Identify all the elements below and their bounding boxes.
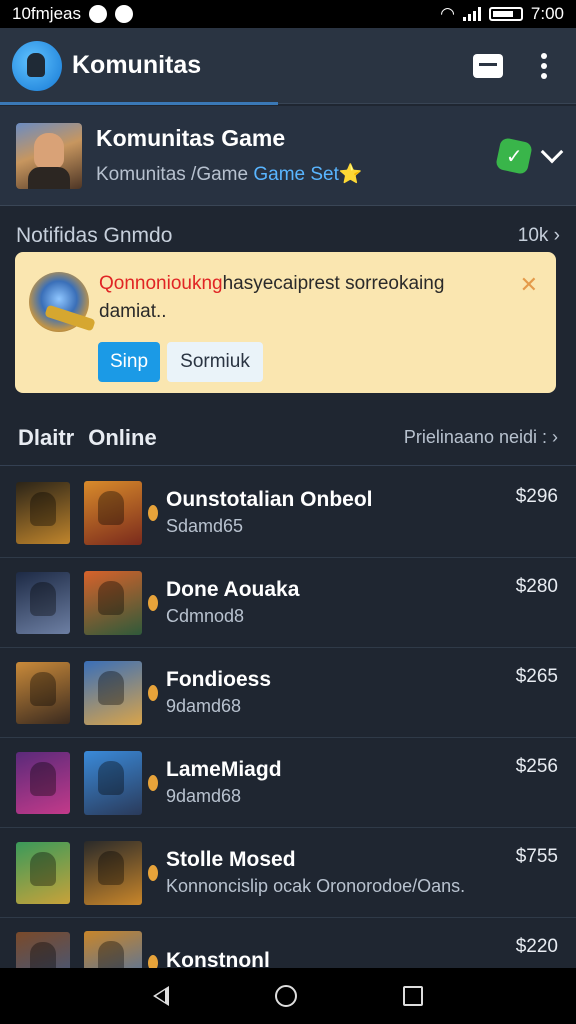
app-title: Komunitas bbox=[72, 51, 202, 79]
notification-game-icon bbox=[29, 272, 89, 332]
game-row[interactable]: Stolle Mosed Konnoncislip ocak Oronorodoe… bbox=[0, 828, 576, 918]
star-icon: ⭐ bbox=[338, 164, 363, 185]
status-bar: 10fmjeas ◠ 7:00 bbox=[0, 0, 576, 28]
online-title-a: Dlaitr bbox=[18, 424, 75, 450]
chevron-down-icon[interactable] bbox=[540, 140, 564, 163]
app-bar: Komunitas bbox=[0, 28, 576, 105]
notification-secondary-button[interactable]: Sormiuk bbox=[167, 342, 263, 382]
recent-apps-icon[interactable] bbox=[403, 986, 423, 1006]
community-text: Komunitas Game Komunitas /Game Game Set⭐ bbox=[96, 125, 498, 186]
game-thumbnail-secondary bbox=[84, 480, 142, 545]
game-thumbnail-secondary bbox=[84, 750, 142, 815]
community-avatar bbox=[16, 122, 82, 189]
status-time: 7:00 bbox=[530, 4, 564, 23]
game-name: Stolle Mosed bbox=[166, 848, 296, 871]
game-thumbnail bbox=[16, 841, 70, 904]
game-thumbnail-secondary bbox=[84, 660, 142, 725]
online-title-b: Online bbox=[88, 424, 157, 450]
pin-icon bbox=[148, 774, 158, 791]
game-price: $755 bbox=[515, 846, 558, 867]
game-price: $296 bbox=[515, 486, 558, 507]
game-subtitle: 9damd68 bbox=[166, 786, 242, 806]
pin-icon bbox=[148, 504, 158, 521]
back-icon[interactable] bbox=[153, 986, 169, 1006]
game-info: Done Aouaka Cdmnod8 bbox=[166, 578, 560, 627]
game-row[interactable]: Done Aouaka Cdmnod8 $280 bbox=[0, 558, 576, 648]
game-subtitle: 9damd68 bbox=[166, 696, 242, 716]
game-list: Ounstotalian Onbeol Sdamd65 $296 Done Aouak… bbox=[0, 468, 576, 1008]
status-left: 10fmjeas bbox=[12, 4, 133, 24]
community-name: Komunitas Game bbox=[96, 125, 286, 151]
signal-icon bbox=[462, 7, 481, 21]
app-notification-icon bbox=[114, 5, 133, 23]
pin-icon bbox=[148, 684, 158, 701]
notification-text: Qonnoniouknghasyecaiprest sorreokaing da… bbox=[99, 270, 509, 326]
community-header[interactable]: Komunitas Game Komunitas /Game Game Set⭐ bbox=[0, 106, 576, 206]
game-row[interactable]: LameMiagd 9damd68 $256 bbox=[0, 738, 576, 828]
status-right: ◠ 7:00 bbox=[440, 4, 564, 24]
game-info: Fondioess 9damd68 bbox=[166, 668, 560, 717]
notifications-count-value: 10k bbox=[517, 225, 549, 246]
game-name: Fondioess bbox=[166, 668, 272, 691]
chat-button[interactable] bbox=[468, 46, 508, 86]
community-subtitle: Komunitas /Game Game Set⭐ bbox=[96, 162, 498, 186]
notifications-header[interactable]: Notifidas Gnmdo 10k › bbox=[16, 220, 560, 252]
game-thumbnail-secondary bbox=[84, 570, 142, 635]
online-section-title: Dlaitr Online bbox=[18, 425, 171, 451]
game-thumbnail bbox=[16, 481, 70, 544]
notification-highlight: Qonnonioukng bbox=[99, 273, 223, 294]
community-subtitle-link[interactable]: Game Set bbox=[253, 164, 339, 185]
game-subtitle: Cdmnod8 bbox=[166, 606, 245, 626]
more-button[interactable] bbox=[524, 46, 564, 86]
game-info: LameMiagd 9damd68 bbox=[166, 758, 560, 807]
pin-icon bbox=[148, 864, 158, 881]
verified-badge-icon bbox=[495, 136, 533, 175]
game-name: Ounstotalian Onbeol bbox=[166, 488, 373, 511]
game-price: $256 bbox=[515, 756, 558, 777]
system-nav-bar bbox=[0, 968, 576, 1024]
game-info: Ounstotalian Onbeol Sdamd65 bbox=[166, 488, 560, 537]
game-thumbnail bbox=[16, 571, 70, 634]
community-subtitle-prefix: Komunitas /Game bbox=[96, 164, 254, 185]
chat-icon bbox=[473, 53, 503, 78]
tab-indicator bbox=[0, 102, 278, 105]
game-row[interactable]: Ounstotalian Onbeol Sdamd65 $296 bbox=[0, 468, 576, 558]
online-see-all-link[interactable]: Prielinaano neidi : › bbox=[404, 427, 558, 448]
online-section-header: Dlaitr Online Prielinaano neidi : › bbox=[0, 410, 576, 466]
close-icon[interactable]: ✕ bbox=[520, 272, 538, 298]
notification-card: Qonnoniouknghasyecaiprest sorreokaing da… bbox=[15, 252, 556, 393]
status-left-text: 10fmjeas bbox=[12, 4, 81, 23]
notifications-count: 10k › bbox=[517, 225, 560, 246]
game-price: $265 bbox=[515, 666, 558, 687]
game-name: Done Aouaka bbox=[166, 578, 300, 601]
game-price: $280 bbox=[515, 576, 558, 597]
app-logo-icon[interactable] bbox=[12, 40, 62, 91]
game-info: Stolle Mosed Konnoncislip ocak Oronorodoe… bbox=[166, 848, 560, 897]
pin-icon bbox=[148, 594, 158, 611]
game-thumbnail bbox=[16, 751, 70, 814]
game-subtitle: Konnoncislip ocak Oronorodoe/Oans. bbox=[166, 876, 466, 896]
home-icon[interactable] bbox=[275, 985, 297, 1007]
game-price: $220 bbox=[515, 936, 558, 957]
online-link-text: Prielinaano neidi : bbox=[403, 427, 547, 447]
battery-icon bbox=[488, 7, 523, 21]
game-name: LameMiagd bbox=[166, 758, 282, 781]
game-thumbnail-secondary bbox=[84, 840, 142, 905]
game-subtitle: Sdamd65 bbox=[166, 516, 244, 536]
notification-icon bbox=[88, 5, 107, 23]
more-vert-icon bbox=[541, 52, 547, 79]
notification-primary-button[interactable]: Sinp bbox=[98, 342, 160, 382]
game-thumbnail bbox=[16, 661, 70, 724]
wifi-icon: ◠ bbox=[440, 4, 455, 23]
notifications-title: Notifidas Gnmdo bbox=[16, 224, 173, 247]
game-row[interactable]: Fondioess 9damd68 $265 bbox=[0, 648, 576, 738]
